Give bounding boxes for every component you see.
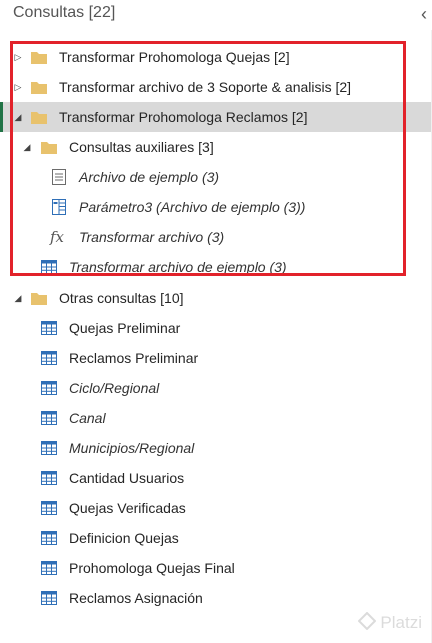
watermark-text: Platzi bbox=[380, 613, 422, 632]
folder-icon bbox=[30, 48, 48, 66]
query-item-label: Transformar archivo de ejemplo (3) bbox=[69, 259, 287, 275]
folder-icon bbox=[40, 138, 58, 156]
table-icon bbox=[40, 529, 58, 547]
query-group-otras-consultas[interactable]: ◢ Otras consultas [10] bbox=[0, 283, 432, 313]
table-icon bbox=[40, 499, 58, 517]
query-group-label: Transformar Prohomologa Reclamos [2] bbox=[59, 109, 308, 125]
folder-icon bbox=[30, 108, 48, 126]
table-icon bbox=[40, 349, 58, 367]
query-item-municipios-regional[interactable]: Municipios/Regional bbox=[0, 433, 432, 463]
query-item-prohomologa-quejas-final[interactable]: Prohomologa Quejas Final bbox=[0, 553, 432, 583]
folder-icon bbox=[30, 289, 48, 307]
table-icon bbox=[40, 409, 58, 427]
query-group-label: Otras consultas [10] bbox=[59, 290, 184, 306]
function-icon: fx bbox=[50, 228, 65, 246]
query-item-label: Municipios/Regional bbox=[69, 440, 195, 456]
query-item-label: Quejas Preliminar bbox=[69, 320, 181, 336]
platzi-logo-icon bbox=[358, 611, 377, 635]
query-item-label: Reclamos Asignación bbox=[69, 590, 203, 606]
query-group-label: Transformar archivo de 3 Soporte & anali… bbox=[59, 79, 352, 95]
queries-pane: Consultas [22] ‹ ▷ Transformar Prohomolo… bbox=[0, 0, 432, 643]
table-icon bbox=[40, 589, 58, 607]
watermark: Platzi bbox=[358, 611, 422, 635]
query-item-archivo-de-ejemplo[interactable]: Archivo de ejemplo (3) bbox=[0, 162, 432, 192]
query-item-label: Reclamos Preliminar bbox=[69, 350, 199, 366]
queries-pane-title: Consultas [22] bbox=[13, 4, 116, 21]
query-item-parametro3[interactable]: Parámetro3 (Archivo de ejemplo (3)) bbox=[0, 192, 432, 222]
query-item-label: Quejas Verificadas bbox=[69, 500, 186, 516]
query-group-transformar-prohomologa-quejas[interactable]: ▷ Transformar Prohomologa Quejas [2] bbox=[0, 42, 432, 72]
text-file-icon bbox=[50, 168, 68, 186]
query-group-transformar-prohomologa-reclamos[interactable]: ◢ Transformar Prohomologa Reclamos [2] bbox=[0, 102, 432, 132]
collapse-caret-icon[interactable]: ◢ bbox=[22, 139, 32, 155]
query-item-quejas-verificadas[interactable]: Quejas Verificadas bbox=[0, 493, 432, 523]
query-item-label: Ciclo/Regional bbox=[69, 380, 160, 396]
query-item-transformar-archivo[interactable]: fx Transformar archivo (3) bbox=[0, 222, 432, 252]
query-group-label: Transformar Prohomologa Quejas [2] bbox=[59, 49, 290, 65]
query-item-label: Prohomologa Quejas Final bbox=[69, 560, 235, 576]
selection-marker bbox=[0, 102, 3, 132]
query-item-label: Archivo de ejemplo (3) bbox=[79, 169, 220, 185]
folder-icon bbox=[30, 78, 48, 96]
query-item-label: Cantidad Usuarios bbox=[69, 470, 185, 486]
table-icon bbox=[40, 379, 58, 397]
expand-caret-icon[interactable]: ▷ bbox=[13, 49, 23, 65]
collapse-caret-icon[interactable]: ◢ bbox=[13, 290, 23, 306]
query-item-reclamos-asignaci-n[interactable]: Reclamos Asignación bbox=[0, 583, 432, 613]
query-subgroup-consultas-auxiliares[interactable]: ◢ Consultas auxiliares [3] bbox=[0, 132, 432, 162]
table-icon bbox=[40, 559, 58, 577]
table-icon bbox=[40, 258, 58, 276]
parameter-icon bbox=[50, 198, 68, 216]
query-item-quejas-preliminar[interactable]: Quejas Preliminar bbox=[0, 313, 432, 343]
query-group-transformar-archivo-soporte[interactable]: ▷ Transformar archivo de 3 Soporte & ana… bbox=[0, 72, 432, 102]
table-icon bbox=[40, 469, 58, 487]
query-subgroup-label: Consultas auxiliares [3] bbox=[69, 139, 214, 155]
table-icon bbox=[40, 319, 58, 337]
queries-pane-header: Consultas [22] ‹ bbox=[0, 0, 432, 30]
query-item-cantidad-usuarios[interactable]: Cantidad Usuarios bbox=[0, 463, 432, 493]
query-item-ciclo-regional[interactable]: Ciclo/Regional bbox=[0, 373, 432, 403]
query-item-reclamos-preliminar[interactable]: Reclamos Preliminar bbox=[0, 343, 432, 373]
query-item-label: Parámetro3 (Archivo de ejemplo (3)) bbox=[79, 199, 306, 215]
query-item-definicion-quejas[interactable]: Definicion Quejas bbox=[0, 523, 432, 553]
collapse-caret-icon[interactable]: ◢ bbox=[13, 109, 23, 125]
query-item-transformar-archivo-de-ejemplo[interactable]: Transformar archivo de ejemplo (3) bbox=[0, 252, 432, 282]
query-item-label: Transformar archivo (3) bbox=[79, 229, 225, 245]
table-icon bbox=[40, 439, 58, 457]
query-item-canal[interactable]: Canal bbox=[0, 403, 432, 433]
collapse-pane-icon[interactable]: ‹ bbox=[416, 4, 432, 24]
query-item-label: Canal bbox=[69, 410, 106, 426]
expand-caret-icon[interactable]: ▷ bbox=[13, 79, 23, 95]
query-item-label: Definicion Quejas bbox=[69, 530, 179, 546]
